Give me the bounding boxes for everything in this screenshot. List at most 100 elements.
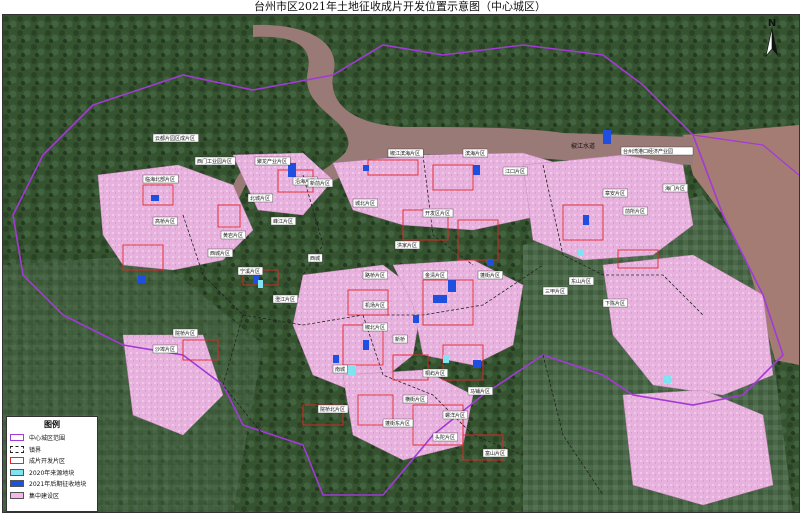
zone-tag: 澄江片区	[272, 294, 298, 304]
zone-tag-label: 临海北部片区	[145, 176, 175, 183]
zone-tag-label: 西门工业园片区	[197, 158, 232, 165]
zone-tag-label: 金清片区	[425, 272, 445, 279]
zone-tag-label: 章安片区	[605, 190, 625, 197]
north-arrow-icon: N	[765, 18, 778, 57]
map-canvas[interactable]: 椒江水道 云都片园区成片区西门工业园片区临海北部片区聚龙产业片区沿海片区椒江滨海…	[3, 15, 799, 512]
map-legend: 图例 中心城区范围 镇界 成片开发片区 2020年来源地块 2021年后期征收地块 集中建…	[6, 416, 98, 512]
zone-tag-label: 路桥片区	[365, 272, 385, 279]
zone-tag: 马铺片区	[467, 386, 493, 396]
zone-tag-label: 南城	[335, 366, 345, 373]
zone-tag: 西门工业园片区	[194, 156, 236, 166]
zone-tag-label: 西城	[310, 255, 320, 262]
zone-tag-label: 蓬街东片区	[385, 420, 410, 427]
legend-swatch	[10, 480, 24, 488]
map-frame[interactable]: 椒江水道 云都片园区成片区 西门工业园片区 临海北部片区 聚龙产业片区 沿海片区 椒江滨海…	[2, 14, 800, 513]
zone-tag: 临海北部片区	[142, 174, 179, 184]
zone-tag: 金清片区	[422, 270, 448, 280]
zone-tag: 北城片区	[247, 193, 273, 203]
zone-tag: 开发区片区	[422, 208, 454, 218]
legend-label: 镇界	[29, 446, 42, 454]
zone-tag-label: 峰江片区	[273, 218, 293, 225]
zone-tag: 下陈片区	[602, 298, 628, 308]
legend-title: 图例	[44, 420, 60, 429]
zone-tag-label: 北城片区	[250, 195, 270, 202]
zone-tag-label: 城北片区	[355, 200, 375, 207]
zone-tag: 沙埠片区	[152, 344, 178, 354]
legend-item: 2021年后期征收地块	[7, 478, 97, 490]
zone-tag-label: 马铺片区	[470, 388, 490, 395]
zone-tag: 峰江片区	[270, 216, 296, 226]
zone-tag: 海门片区	[662, 183, 688, 193]
zone-tag-label: 富山片区	[485, 450, 505, 457]
zone-tag: 云都片园区成片区	[152, 133, 199, 143]
zone-tag-label: 横街片区	[405, 396, 425, 403]
urban-jiaojiang	[522, 154, 694, 261]
legend-item: 中心城区范围	[7, 432, 97, 444]
zone-tag-label: 聚龙产业片区	[257, 158, 287, 165]
zone-tag: 椒江滨海片区	[387, 148, 424, 158]
zone-tag-label: 新桥	[395, 336, 405, 343]
zone-tag: 蓬街片区	[477, 270, 503, 280]
zone-tag: 路桥片区	[362, 270, 388, 280]
zone-tag-label: 滨海片区	[465, 150, 485, 157]
zone-tag: 江口片区	[502, 166, 528, 176]
zone-tag: 头陀片区	[432, 432, 458, 442]
legend-label: 成片开发片区	[29, 458, 66, 466]
legend-item: 镇界	[7, 444, 97, 456]
zone-tag-label: 澄江片区	[275, 296, 295, 303]
zone-tag: 三甲片区	[542, 286, 568, 296]
zone-tag: 南城	[332, 364, 348, 374]
zone-tag-label: 东山片区	[571, 278, 591, 285]
zone-tag-label: 椒江滨海片区	[390, 150, 420, 157]
zone-tag: 章安片区	[602, 188, 628, 198]
zone-tag: 滨海片区	[462, 148, 488, 158]
legend-label: 2021年后期征收地块	[29, 481, 87, 489]
zone-tag: 新桥	[392, 334, 408, 344]
legend-swatch	[10, 434, 24, 442]
legend-label: 中心城区范围	[29, 435, 66, 443]
zone-tag-label: 江口片区	[505, 168, 525, 175]
zone-tag-label: 开发区片区	[425, 210, 450, 217]
zone-tag-label: 三甲片区	[545, 288, 565, 295]
zone-tag-label: 蓬街片区	[480, 272, 500, 279]
legend-swatch	[10, 468, 24, 476]
legend-item: 集中建设区	[7, 490, 97, 502]
zone-tag: 椒北片区	[362, 322, 388, 332]
zone-tag: 螺洋片区	[442, 410, 468, 420]
zone-tag: 高桥片区	[152, 216, 178, 226]
zone-tag-label: 新前片区	[310, 180, 330, 187]
zone-tag-label: 黄岩片区	[223, 232, 243, 239]
zone-tag-label: 西城片区	[210, 250, 230, 257]
zone-tag: 西城片区	[207, 248, 233, 258]
zone-tag: 黄岩片区	[220, 230, 246, 240]
zone-tag: 横街片区	[402, 394, 428, 404]
zone-tag: 机场片区	[362, 300, 388, 310]
zone-tag: 桐屿片区	[422, 368, 448, 378]
zone-tag: 富山片区	[482, 448, 508, 458]
zone-tag: 新前片区	[307, 178, 333, 188]
zone-tag-label: 螺洋片区	[445, 412, 465, 419]
zone-tag-label: 洪家片区	[397, 242, 417, 249]
zone-tag-label: 院桥片区	[175, 330, 195, 337]
zone-tag-label: 宁溪片区	[240, 268, 260, 275]
zone-tag-label: 下陈片区	[605, 300, 625, 307]
zone-tag-label: 机场片区	[365, 302, 385, 309]
zone-tag-label: 海门片区	[665, 185, 685, 192]
zone-tag: 聚龙产业片区	[254, 156, 291, 166]
zone-tag-label: 院桥北片区	[320, 406, 345, 413]
zone-tag: 前所片区	[622, 206, 648, 216]
map-page: 台州市区2021年土地征收成片开发位置示意图（中心城区） 椒江水道 云都片园区成…	[0, 0, 800, 513]
estuary-label: 椒江水道	[571, 142, 595, 150]
zone-tag-label: 云都片园区成片区	[155, 135, 195, 142]
zone-tag: 东山片区	[568, 276, 594, 286]
zone-tag-label: 沙埠片区	[155, 346, 175, 353]
zone-tag: 蓬街东片区	[382, 418, 414, 428]
dock-tag: 台州湾港口经济产业园	[620, 146, 694, 156]
zone-tag-label: 桐屿片区	[425, 370, 445, 377]
zone-tag-label: 头陀片区	[435, 434, 455, 441]
zone-tag: 院桥片区	[172, 328, 198, 338]
zone-tag-label: 椒北片区	[365, 324, 385, 331]
legend-swatch	[10, 457, 24, 465]
zone-tag: 院桥北片区	[317, 404, 349, 414]
map-title: 台州市区2021年土地征收成片开发位置示意图（中心城区）	[254, 0, 546, 13]
